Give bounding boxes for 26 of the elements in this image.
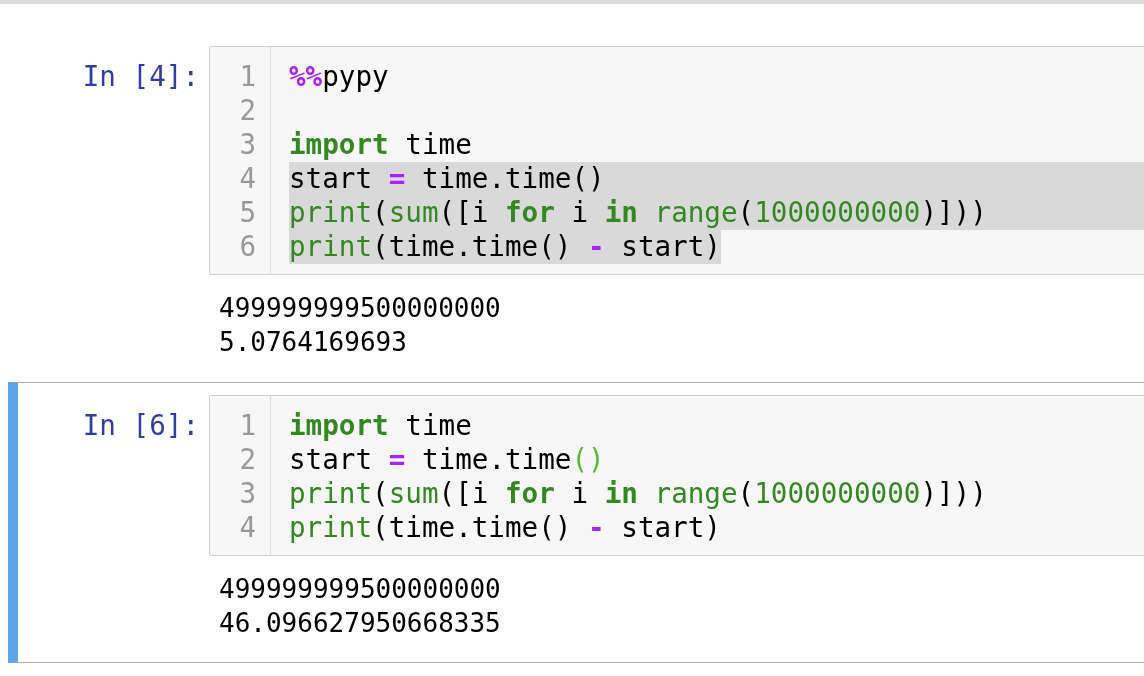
cell-prompt: In [4]: xyxy=(82,60,199,93)
code-editor[interactable]: 1 2 3 4 import time start = time.time() print(sum([i for i in range(1000000000)])) print(time.time() - start) xyxy=(209,395,1144,556)
code-line: start = time.time() xyxy=(289,443,606,477)
output-line: 499999999500000000 xyxy=(219,292,501,325)
notebook-cell[interactable]: In [6]: 1 2 3 4 import time start = time.time() print(sum([i for i in range(1000000000)])) print(time.time() - start) 499999999500000000 46.096627950668335 xyxy=(8,382,1144,663)
notebook-cell[interactable]: In [4]: 1 2 3 4 5 6 %%pypy import time start = time.time() print(sum([i for i in range(1000000000)])) print(time.time() - start) 499999999500000000 5.0764169693 xyxy=(8,33,1144,366)
cell-prompt: In [6]: xyxy=(82,409,199,442)
line-number: 2 xyxy=(238,443,257,477)
line-number: 1 xyxy=(238,60,257,94)
line-number: 1 xyxy=(238,409,257,443)
line-number: 3 xyxy=(238,477,257,511)
line-number: 3 xyxy=(238,128,257,162)
code-line: print(sum([i for i in range(1000000000)])) xyxy=(289,477,988,511)
line-number: 6 xyxy=(238,230,257,264)
line-number: 4 xyxy=(238,511,257,545)
output-line: 5.0764169693 xyxy=(219,326,407,359)
code-line: %%pypy xyxy=(289,60,390,94)
code-editor[interactable]: 1 2 3 4 5 6 %%pypy import time start = time.time() print(sum([i for i in range(1000000000)])) print(time.time() - start) xyxy=(209,46,1144,275)
output-line: 46.096627950668335 xyxy=(219,607,501,640)
output-line: 499999999500000000 xyxy=(219,573,501,606)
code-line: print(time.time() - start) xyxy=(289,511,722,545)
code-line: import time xyxy=(289,409,473,443)
line-number: 2 xyxy=(238,94,257,128)
line-number: 5 xyxy=(238,196,257,230)
code-line: import time xyxy=(289,128,473,162)
line-number: 4 xyxy=(238,162,257,196)
